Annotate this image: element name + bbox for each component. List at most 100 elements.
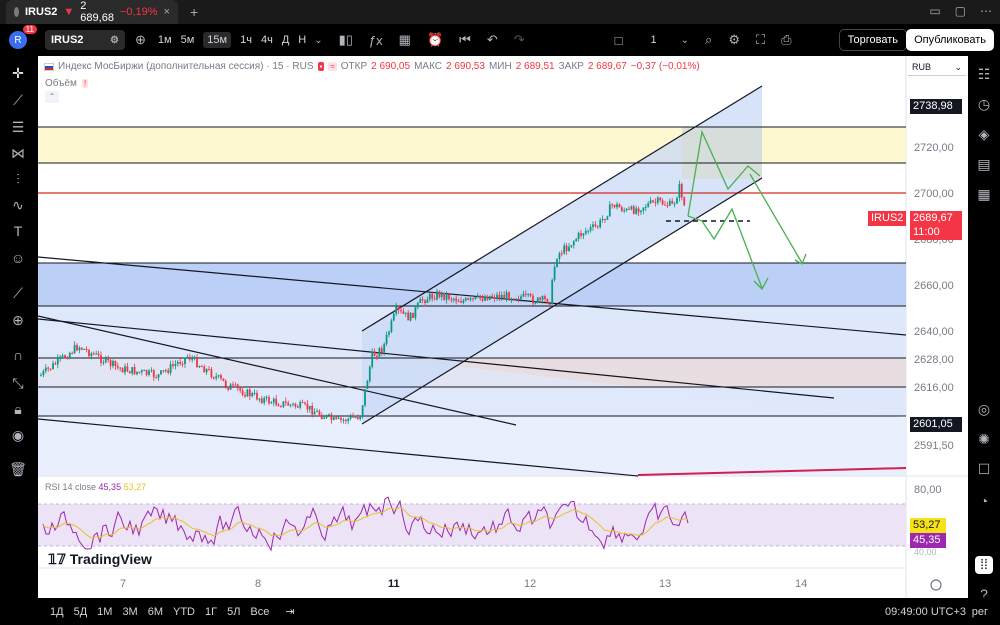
magnet-icon[interactable]: ∩ bbox=[9, 346, 27, 364]
quick-search-icon[interactable]: ⌕ bbox=[705, 32, 712, 48]
layers-icon[interactable]: ◈ bbox=[975, 126, 993, 144]
goto-date-icon[interactable]: ⇥ bbox=[285, 605, 294, 618]
trash-icon[interactable]: 🗑︎ bbox=[9, 460, 27, 478]
replay-icon[interactable]: ⏮ bbox=[459, 32, 471, 48]
candle-body bbox=[611, 204, 614, 206]
close-tab-icon[interactable]: × bbox=[164, 6, 170, 18]
timeframe-5m[interactable]: 5м bbox=[181, 34, 195, 46]
window-restore-icon[interactable]: ▢ bbox=[955, 4, 966, 18]
text-icon[interactable]: T bbox=[9, 222, 27, 240]
symbol-price-tag: IRUS2 bbox=[868, 211, 907, 226]
high-value: 2 690,53 bbox=[446, 61, 485, 72]
close-label: ЗАКР bbox=[558, 61, 584, 72]
candle-body bbox=[397, 306, 400, 311]
data-window-icon[interactable]: ▤ bbox=[975, 156, 993, 174]
range-1m[interactable]: 1М bbox=[97, 606, 112, 618]
redo-icon[interactable]: ↷ bbox=[514, 32, 525, 48]
range-5d[interactable]: 5Д bbox=[74, 606, 88, 618]
calendar-icon[interactable]: ▦ bbox=[975, 186, 993, 204]
ruler-icon[interactable]: ⟋ bbox=[9, 284, 27, 302]
currency-selector[interactable]: RUB ⌄ bbox=[908, 62, 966, 76]
candle-body bbox=[527, 294, 530, 296]
cursor-cross-icon[interactable]: ✛ bbox=[9, 64, 27, 82]
timeframe-week[interactable]: Н bbox=[298, 34, 306, 46]
camera-icon[interactable]: ⎙ bbox=[781, 32, 791, 48]
range-1d[interactable]: 1Д bbox=[50, 606, 64, 618]
candle-body bbox=[124, 366, 126, 373]
window-layout-icon[interactable]: ▭ bbox=[929, 4, 940, 18]
candle-body bbox=[606, 216, 609, 220]
timeframe-4h[interactable]: 4ч bbox=[261, 34, 273, 46]
tab-irus2[interactable]: IRUS2 ▼ 2 689,68 −0,19% × bbox=[6, 0, 178, 24]
price-tick: 2660,00 bbox=[914, 280, 954, 292]
chat-icon[interactable]: ☐ bbox=[975, 461, 993, 479]
candle-body bbox=[198, 366, 201, 368]
undo-icon[interactable]: ↶ bbox=[487, 32, 498, 48]
chart-settings-icon[interactable] bbox=[930, 579, 942, 591]
range-3m[interactable]: 3М bbox=[122, 606, 137, 618]
timeframe-15m[interactable]: 15м bbox=[203, 32, 232, 48]
market-closed-icon[interactable]: ▪ bbox=[317, 62, 325, 71]
candle-body bbox=[133, 367, 136, 375]
avatar[interactable]: R 11 bbox=[9, 25, 37, 49]
chart-pane[interactable] bbox=[37, 56, 968, 598]
candle-body bbox=[256, 392, 258, 400]
range-all[interactable]: Все bbox=[250, 606, 269, 618]
horizontal-lines-icon[interactable]: ☰ bbox=[9, 118, 27, 136]
candle-body bbox=[666, 205, 669, 207]
templates-icon[interactable]: ▦ bbox=[399, 32, 411, 48]
more-icon[interactable]: ⋯ bbox=[980, 4, 992, 18]
candle-body bbox=[107, 357, 110, 361]
watchlist-icon[interactable]: ☷ bbox=[975, 66, 993, 84]
candle-body bbox=[452, 298, 455, 300]
indicators-icon[interactable]: ƒx bbox=[369, 33, 383, 48]
delay-icon[interactable]: ≈ bbox=[328, 62, 337, 71]
fullscreen-icon[interactable]: ⛶ bbox=[756, 32, 765, 48]
zoom-in-icon[interactable]: ⊕ bbox=[9, 311, 27, 329]
collapse-legend-icon[interactable]: ⌃ bbox=[45, 91, 59, 103]
emoji-icon[interactable]: ☺ bbox=[9, 249, 27, 267]
alert-icon[interactable]: ⏰ bbox=[427, 32, 443, 48]
candle-body bbox=[536, 297, 539, 303]
ideas-icon[interactable]: ✺ bbox=[975, 431, 993, 449]
compare-plus-icon[interactable]: ⊕ bbox=[135, 32, 146, 48]
candle-body bbox=[234, 384, 237, 386]
candle-body bbox=[131, 367, 134, 374]
lock-drawing-icon[interactable]: ⤡ bbox=[9, 374, 27, 392]
timeframe-1m[interactable]: 1м bbox=[158, 34, 172, 46]
eye-icon[interactable]: ◉ bbox=[9, 426, 27, 444]
symbol-search[interactable]: IRUS2 ⚙ bbox=[45, 30, 125, 50]
timezone-clock[interactable]: 09:49:00 UTC+3 bbox=[885, 606, 966, 618]
timeframe-1h[interactable]: 1ч bbox=[240, 34, 252, 46]
apps-grid-icon[interactable]: ⁞⁞ bbox=[975, 556, 993, 574]
hotlist-icon[interactable]: ◎ bbox=[975, 401, 993, 419]
range-1y[interactable]: 1Г bbox=[205, 606, 217, 618]
alerts-clock-icon[interactable]: ◷ bbox=[975, 96, 993, 114]
timeframe-day[interactable]: Д bbox=[282, 34, 289, 46]
lock-icon[interactable]: 🔒︎ bbox=[9, 400, 27, 418]
range-5y[interactable]: 5Л bbox=[227, 606, 240, 618]
candle-body bbox=[152, 370, 155, 378]
range-6m[interactable]: 6М bbox=[148, 606, 163, 618]
candle-body bbox=[683, 197, 686, 206]
layout-square-icon[interactable]: □ bbox=[615, 33, 623, 48]
new-tab-icon[interactable]: + bbox=[190, 4, 198, 20]
notifications-icon[interactable]: ◔ bbox=[975, 493, 993, 511]
fib-icon[interactable]: ⫶ bbox=[9, 170, 27, 188]
trend-line-icon[interactable]: ⟋ bbox=[9, 91, 27, 109]
timeframe-dropdown-icon[interactable]: ⌄ bbox=[314, 35, 322, 46]
settings-icon[interactable]: ⚙ bbox=[728, 32, 740, 48]
trade-button[interactable]: Торговать bbox=[838, 29, 907, 51]
publish-button[interactable]: Опубликовать bbox=[906, 29, 994, 51]
layout-dropdown-icon[interactable]: ⌄ bbox=[681, 35, 689, 46]
brush-icon[interactable]: ∿ bbox=[9, 196, 27, 214]
pattern-icon[interactable]: ⋈ bbox=[9, 144, 27, 162]
session-type[interactable]: рег bbox=[972, 606, 988, 618]
candles-icon[interactable]: ▮▯ bbox=[339, 32, 353, 48]
layout-count[interactable]: 1 bbox=[651, 34, 657, 46]
tradingview-logo[interactable]: 𝟙𝟟 TradingView bbox=[48, 551, 152, 568]
price-chart-svg[interactable] bbox=[37, 56, 968, 598]
range-ytd[interactable]: YTD bbox=[173, 606, 195, 618]
instrument-title[interactable]: Индекс МосБиржи (дополнительная сессия) … bbox=[58, 61, 314, 72]
volume-warning-icon[interactable]: ! bbox=[82, 79, 89, 88]
